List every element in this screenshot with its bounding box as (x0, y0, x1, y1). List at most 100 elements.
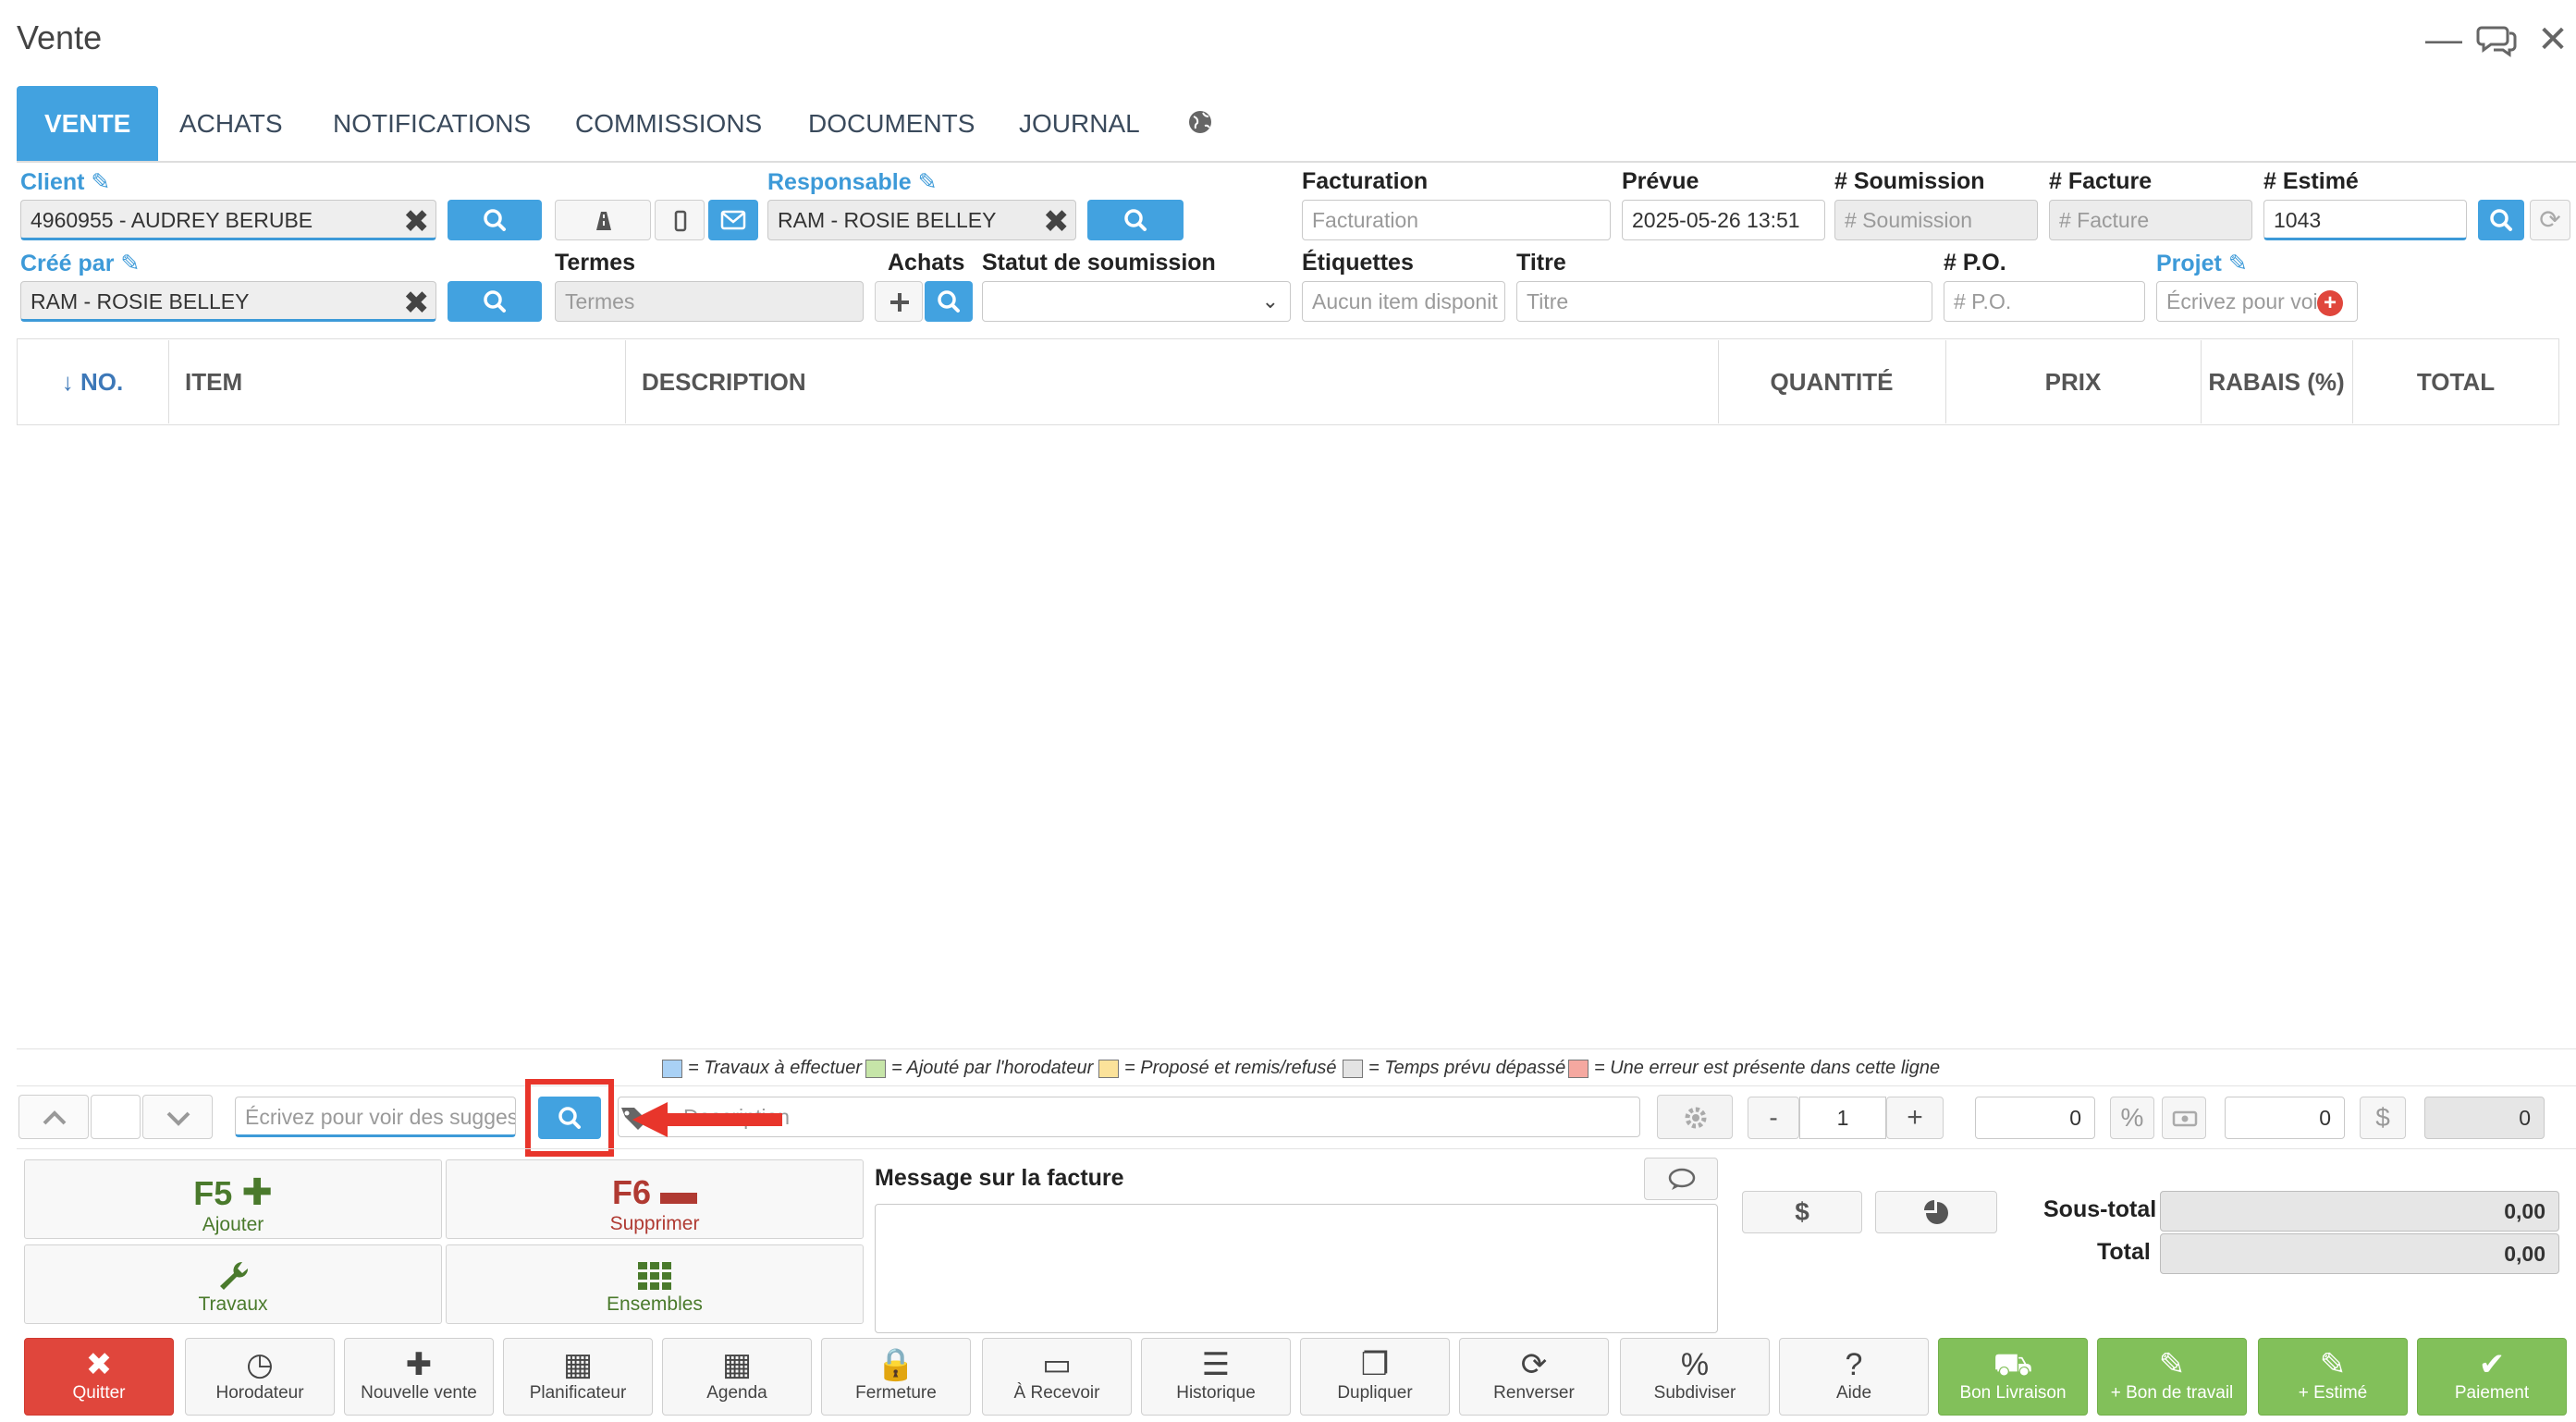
paiement-button[interactable]: ✔ Paiement (2417, 1338, 2567, 1416)
quitter-button[interactable]: ✖ Quitter (24, 1338, 174, 1416)
clear-responsable-icon[interactable]: ✖ (1043, 202, 1070, 242)
gear-icon[interactable] (1657, 1095, 1733, 1139)
total-label: Total (2097, 1239, 2151, 1265)
ensembles-button[interactable]: Ensembles (446, 1244, 864, 1324)
renverser-button[interactable]: ⟳ Renverser (1459, 1338, 1609, 1416)
nouvelle-vente-button[interactable]: ✚ Nouvelle vente (344, 1338, 494, 1416)
col-prix[interactable]: PRIX (1945, 340, 2201, 423)
comment-icon[interactable] (1644, 1158, 1718, 1200)
subdiviser-button[interactable]: % Subdiviser (1620, 1338, 1770, 1416)
tab-documents[interactable]: DOCUMENTS (780, 86, 1002, 162)
facture-input[interactable]: # Facture (2049, 200, 2252, 240)
mobile-button[interactable] (655, 200, 705, 240)
search-responsable-button[interactable] (1087, 200, 1184, 240)
col-description[interactable]: DESCRIPTION (642, 340, 1714, 423)
tab-journal[interactable]: JOURNAL (991, 86, 1168, 162)
move-down-button[interactable] (142, 1095, 213, 1139)
client-label[interactable]: Client ✎ (20, 168, 110, 196)
price-input[interactable]: 0 (2225, 1097, 2345, 1139)
refresh-icon: ⟳ (1520, 1347, 1548, 1382)
search-achat-button[interactable] (925, 281, 973, 322)
statut-label: Statut de soumission (982, 250, 1216, 276)
search-estime-button[interactable] (2478, 200, 2524, 240)
col-total[interactable]: TOTAL (2352, 340, 2559, 423)
fermeture-button[interactable]: 🔒 Fermeture (821, 1338, 971, 1416)
table-bottom-divider (17, 1048, 2576, 1049)
chat-icon[interactable] (2474, 17, 2521, 63)
refresh-icon[interactable]: ⟳ (2530, 200, 2570, 240)
titre-input[interactable]: Titre (1516, 281, 1932, 322)
percent-toggle[interactable]: % (2110, 1097, 2154, 1139)
wrench-icon (215, 1258, 251, 1292)
clear-client-icon[interactable]: ✖ (403, 202, 430, 242)
add-line-button[interactable]: F5 ✚ Ajouter (24, 1159, 442, 1239)
pie-chart-icon[interactable] (1875, 1191, 1997, 1233)
list-icon: ☰ (1201, 1347, 1231, 1382)
cree-par-label[interactable]: Créé par ✎ (20, 250, 140, 277)
responsable-input[interactable]: RAM - ROSIE BELLEY (767, 200, 1076, 240)
po-input[interactable]: # P.O. (1944, 281, 2145, 322)
etiquettes-input[interactable]: Aucun item disponit (1302, 281, 1505, 322)
move-up-button[interactable] (18, 1095, 89, 1139)
window-title: Vente (17, 18, 103, 56)
clear-cree-par-icon[interactable]: ✖ (403, 283, 430, 324)
search-cree-par-button[interactable] (448, 281, 542, 322)
add-achat-button[interactable] (875, 281, 923, 322)
col-no[interactable]: ↓ NO. (17, 340, 168, 423)
bon-livraison-button[interactable]: ⛟ Bon Livraison (1938, 1338, 2088, 1416)
projet-label[interactable]: Projet ✎ (2156, 250, 2248, 277)
client-input[interactable]: 4960955 - AUDREY BERUBE (20, 200, 436, 240)
calendar-icon: ▦ (721, 1347, 753, 1382)
close-icon[interactable]: ✕ (2530, 17, 2576, 63)
tab-vente[interactable]: VENTE (17, 86, 159, 162)
agenda-button[interactable]: ▦ Agenda (662, 1338, 812, 1416)
aide-button[interactable]: ? Aide (1779, 1338, 1929, 1416)
road-button[interactable] (555, 200, 651, 240)
estime-button[interactable]: ✎ + Estimé (2258, 1338, 2408, 1416)
responsable-label[interactable]: Responsable ✎ (767, 168, 938, 196)
qty-minus-button[interactable]: - (1748, 1097, 1799, 1139)
plus-icon: ✚ (405, 1347, 433, 1382)
qty-input[interactable]: 1 (1799, 1097, 1886, 1139)
line-number-input[interactable] (91, 1095, 141, 1139)
search-client-button[interactable] (448, 200, 542, 240)
delete-line-button[interactable]: F6 ▬ Supprimer (446, 1159, 864, 1239)
termes-input[interactable]: Termes (555, 281, 864, 322)
historique-button[interactable]: ☰ Historique (1141, 1338, 1291, 1416)
item-search-input[interactable]: Écrivez pour voir des suggest (235, 1097, 516, 1137)
add-projet-icon[interactable]: + (2317, 290, 2343, 316)
dupliquer-button[interactable]: ❐ Dupliquer (1300, 1338, 1450, 1416)
estime-input[interactable]: 1043 (2263, 200, 2467, 240)
qty-plus-button[interactable]: + (1886, 1097, 1944, 1139)
rabais-input[interactable]: 0 (1975, 1097, 2095, 1139)
email-button[interactable] (708, 200, 758, 240)
grid-icon (636, 1258, 673, 1292)
facturation-input[interactable]: Facturation (1302, 200, 1611, 240)
sous-total-value: 0,00 (2160, 1191, 2559, 1232)
a-recevoir-button[interactable]: ▭ À Recevoir (982, 1338, 1132, 1416)
tab-notifications[interactable]: NOTIFICATIONS (305, 86, 558, 162)
globe-icon[interactable] (1185, 107, 1215, 137)
statut-select[interactable]: ⌄ (982, 281, 1291, 322)
achats-label: Achats (888, 250, 965, 276)
termes-label: Termes (555, 250, 636, 276)
currency-button[interactable]: $ (1742, 1191, 1862, 1233)
cree-par-input[interactable]: RAM - ROSIE BELLEY (20, 281, 436, 322)
soumission-input[interactable]: # Soumission (1834, 200, 2038, 240)
prevue-input[interactable]: 2025-05-26 13:51 (1622, 200, 1825, 240)
travaux-button[interactable]: Travaux (24, 1244, 442, 1324)
item-search-button[interactable] (538, 1097, 601, 1139)
message-textarea[interactable] (875, 1204, 1718, 1333)
facture-label: # Facture (2049, 168, 2153, 194)
tab-commissions[interactable]: COMMISSIONS (547, 86, 790, 162)
money-icon[interactable] (2162, 1097, 2206, 1139)
col-item[interactable]: ITEM (185, 340, 619, 423)
col-quantite[interactable]: QUANTITÉ (1718, 340, 1945, 423)
horodateur-button[interactable]: ◷ Horodateur (185, 1338, 335, 1416)
minimize-icon[interactable]: — (2421, 17, 2467, 63)
bon-de-travail-button[interactable]: ✎ + Bon de travail (2097, 1338, 2247, 1416)
col-rabais[interactable]: RABAIS (%) (2201, 340, 2352, 423)
planificateur-button[interactable]: ▦ Planificateur (503, 1338, 653, 1416)
tab-achats[interactable]: ACHATS (152, 86, 311, 162)
dollar-toggle[interactable]: $ (2360, 1097, 2406, 1139)
